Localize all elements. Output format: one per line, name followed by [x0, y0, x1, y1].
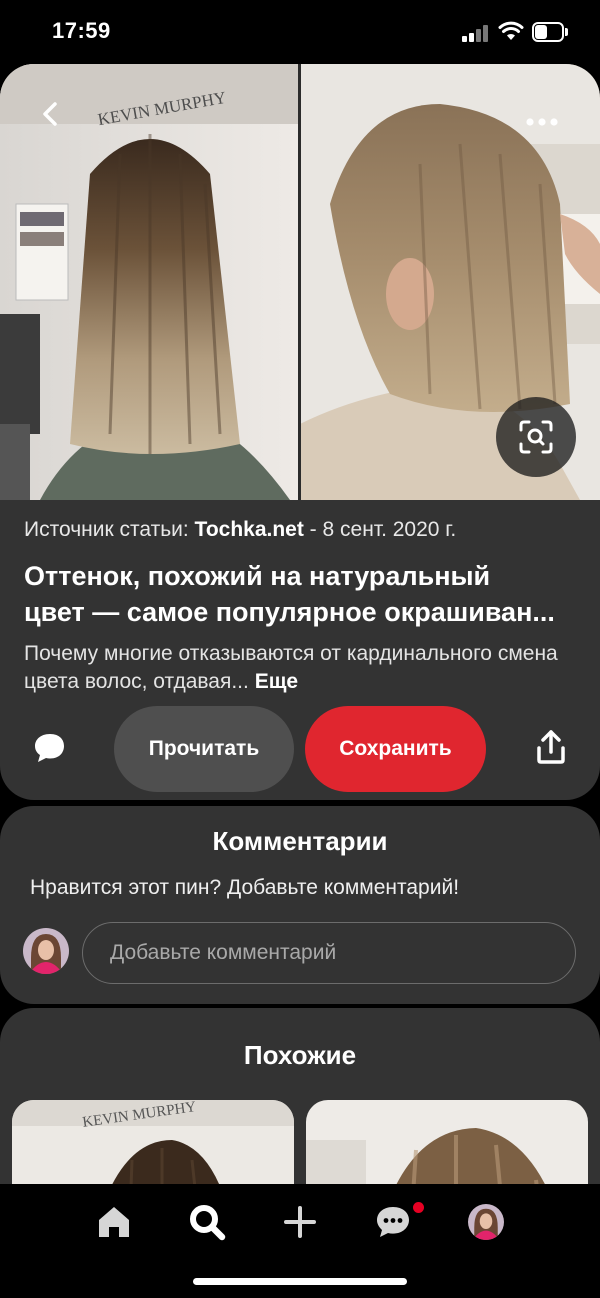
search-icon — [190, 1205, 226, 1241]
share-button[interactable] — [532, 728, 570, 768]
comment-bubble-icon — [35, 734, 64, 762]
plus-icon — [284, 1206, 316, 1238]
pin-card: KEVIN MURPHY Источник статьи: Tochka.net… — [0, 64, 600, 800]
nav-create[interactable] — [276, 1198, 324, 1246]
home-indicator[interactable] — [193, 1278, 407, 1285]
nav-messages[interactable] — [369, 1198, 417, 1246]
comments-title: Комментарии — [212, 826, 388, 856]
nav-search[interactable] — [183, 1198, 231, 1246]
similar-title: Похожие — [243, 1040, 357, 1070]
messages-notification-dot — [413, 1202, 424, 1213]
more-options-button[interactable] — [518, 102, 566, 142]
article-source: Источник статьи: Tochka.net - 8 сент. 20… — [24, 518, 456, 542]
share-upload-icon — [537, 730, 565, 764]
comment-input[interactable] — [82, 922, 576, 984]
wifi-icon — [498, 20, 524, 42]
save-button[interactable]: Сохранить — [305, 706, 486, 792]
profile-avatar — [468, 1204, 504, 1240]
battery-icon — [532, 22, 568, 42]
visual-search-button[interactable] — [496, 397, 576, 477]
pin-image[interactable]: KEVIN MURPHY — [0, 64, 600, 500]
status-bar: 17:59 — [0, 0, 600, 64]
comments-prompt: Нравится этот пин? Добавьте комментарий! — [30, 876, 460, 899]
home-icon — [99, 1207, 129, 1237]
back-button[interactable] — [30, 94, 70, 134]
source-prefix: Источник статьи: — [24, 518, 195, 541]
nav-home[interactable] — [90, 1198, 138, 1246]
read-button[interactable]: Прочитать — [114, 706, 294, 792]
comment-button[interactable] — [30, 730, 70, 766]
cellular-signal-icon — [462, 24, 490, 42]
more-link[interactable]: Еще — [255, 670, 298, 693]
messages-icon — [377, 1207, 409, 1237]
pin-title-line-2: цвет — самое популярное окрашиван... — [24, 597, 555, 627]
pin-description: Почему многие отказываются от кардинальн… — [24, 640, 580, 696]
nav-profile[interactable] — [462, 1198, 510, 1246]
status-time: 17:59 — [52, 18, 111, 43]
source-date: - 8 сент. 2020 г. — [303, 518, 457, 541]
ellipsis-icon — [526, 118, 558, 126]
comments-section: Комментарии Нравится этот пин? Добавьте … — [0, 806, 600, 1004]
source-site-link[interactable]: Tochka.net — [195, 518, 304, 541]
pin-title-line-1: Оттенок, похожий на натуральный — [24, 561, 491, 591]
lens-search-icon — [519, 420, 553, 454]
user-avatar — [23, 928, 69, 974]
chevron-left-icon — [43, 102, 57, 126]
pin-title: Оттенок, похожий на натуральный цвет — с… — [24, 558, 580, 630]
